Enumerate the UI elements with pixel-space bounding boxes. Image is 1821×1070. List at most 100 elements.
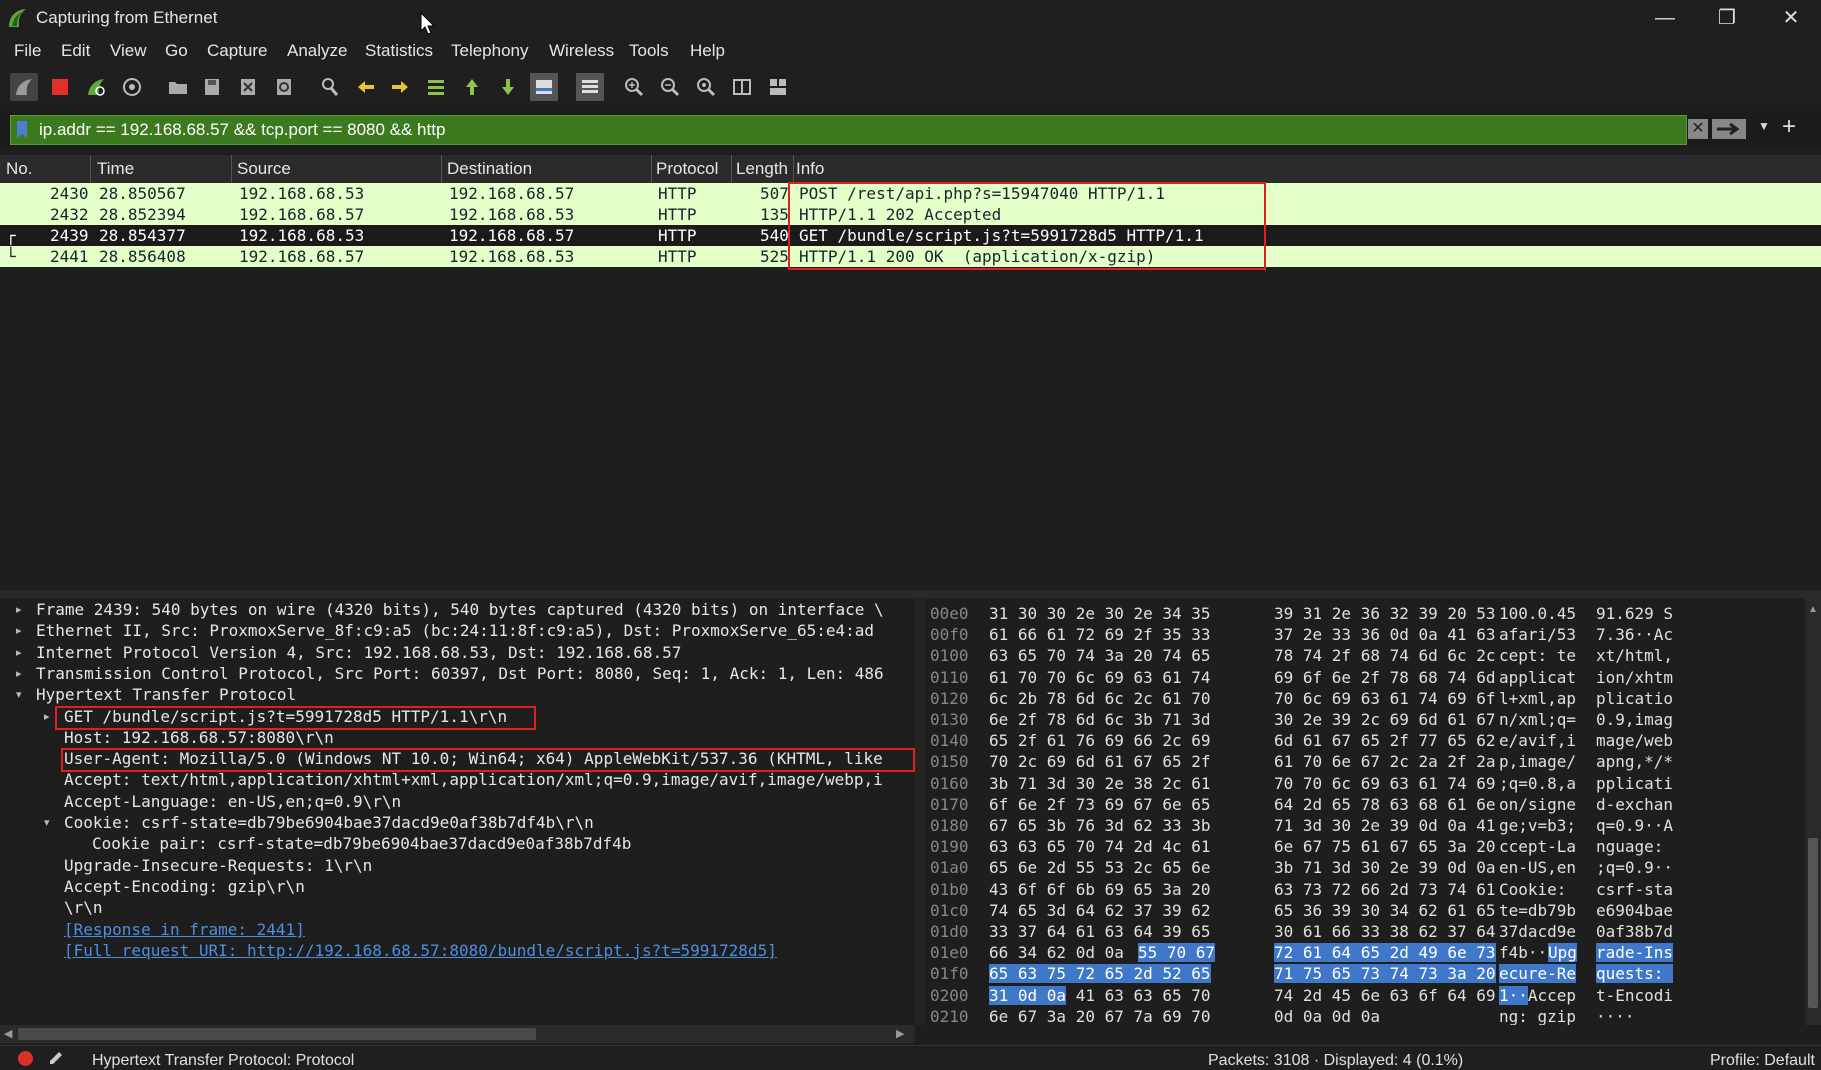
detail-line[interactable]: Cookie: csrf-state=db79be6904bae37dacd9e…: [64, 813, 594, 832]
menu-view[interactable]: View: [110, 41, 147, 61]
hex-row[interactable]: 0170 6f 6e 2f 73 69 67 6e 65 64 2d 65 78 6…: [925, 795, 1805, 816]
menu-statistics[interactable]: Statistics: [365, 41, 433, 61]
detail-link[interactable]: [Response in frame: 2441]: [64, 920, 305, 939]
hex-row[interactable]: 0180 67 65 3b 76 3d 62 33 3b 71 3d 30 2e 3…: [925, 816, 1805, 837]
zoom-reset-icon[interactable]: [692, 73, 720, 101]
go-forward-icon[interactable]: [386, 73, 414, 101]
restore-button[interactable]: ❐: [1702, 4, 1752, 32]
save-file-icon[interactable]: [198, 73, 226, 101]
tree-expander-icon[interactable]: ▾: [16, 688, 22, 701]
open-file-icon[interactable]: [164, 73, 192, 101]
hex-row[interactable]: 01b0 43 6f 6f 6b 69 65 3a 20 63 73 72 66 2…: [925, 880, 1805, 901]
menu-analyze[interactable]: Analyze: [287, 41, 347, 61]
detail-line[interactable]: \r\n: [64, 898, 103, 917]
shark-fin-start-icon[interactable]: [10, 73, 38, 101]
detail-line[interactable]: Host: 192.168.68.57:8080\r\n: [64, 728, 334, 747]
hex-row[interactable]: 01e0 66 34 62 0d 0a 55 70 67 72 61 64 65 2…: [925, 943, 1805, 964]
zoom-out-icon[interactable]: [656, 73, 684, 101]
col-header-info[interactable]: Info: [796, 159, 824, 179]
menu-help[interactable]: Help: [690, 41, 725, 61]
detail-line[interactable]: Internet Protocol Version 4, Src: 192.16…: [36, 643, 681, 662]
status-profile[interactable]: Profile: Default: [1710, 1052, 1815, 1070]
menu-telephony[interactable]: Telephony: [451, 41, 529, 61]
zoom-in-icon[interactable]: [620, 73, 648, 101]
packet-protocol: HTTP: [658, 247, 697, 266]
restart-capture-icon[interactable]: [82, 73, 110, 101]
detail-link[interactable]: [Full request URI: http://192.168.68.57:…: [64, 941, 777, 960]
detail-line[interactable]: Accept-Language: en-US,en;q=0.9\r\n: [64, 792, 401, 811]
tree-expander-icon[interactable]: ▸: [44, 710, 50, 723]
hex-row[interactable]: 0190 63 63 65 70 74 2d 4c 61 6e 67 75 61 6…: [925, 837, 1805, 858]
hex-bytes: 63 63 65 70 74 2d 4c 61: [989, 837, 1211, 857]
hex-row[interactable]: 0210 6e 67 3a 20 67 7a 69 70 0d 0a 0d 0a ng…: [925, 1007, 1805, 1025]
menu-tools[interactable]: Tools: [629, 41, 669, 61]
col-header-destination[interactable]: Destination: [447, 159, 532, 179]
menu-edit[interactable]: Edit: [61, 41, 90, 61]
tree-expander-icon[interactable]: ▸: [16, 646, 22, 659]
hex-row[interactable]: 01a0 65 6e 2d 55 53 2c 65 6e 3b 71 3d 30 2…: [925, 858, 1805, 879]
apply-filter-icon[interactable]: [1712, 119, 1746, 139]
hex-row[interactable]: 0100 63 65 70 74 3a 20 74 65 78 74 2f 68 7…: [925, 646, 1805, 667]
col-header-source[interactable]: Source: [237, 159, 291, 179]
details-horizontal-scrollbar[interactable]: ◀ ▶: [0, 1025, 915, 1043]
hex-row[interactable]: 0150 70 2c 69 6d 61 67 65 2f 61 70 6e 67 2…: [925, 752, 1805, 773]
menu-wireless[interactable]: Wireless: [549, 41, 614, 61]
hex-row[interactable]: 0140 65 2f 61 76 69 66 2c 69 6d 61 67 65 2…: [925, 731, 1805, 752]
reload-file-icon[interactable]: [270, 73, 298, 101]
hex-row[interactable]: 0160 3b 71 3d 30 2e 38 2c 61 70 70 6c 69 6…: [925, 774, 1805, 795]
resize-columns-icon[interactable]: [728, 73, 756, 101]
hex-row[interactable]: 01d0 33 37 64 61 63 64 39 65 30 61 66 33 3…: [925, 922, 1805, 943]
filter-dropdown-icon[interactable]: ▼: [1758, 119, 1770, 133]
col-header-no[interactable]: No.: [6, 159, 32, 179]
detail-line[interactable]: Ethernet II, Src: ProxmoxServe_8f:c9:a5 …: [36, 621, 874, 640]
display-filter-input[interactable]: ip.addr == 192.168.68.57 && tcp.port == …: [10, 115, 1687, 145]
detail-line[interactable]: Hypertext Transfer Protocol: [36, 685, 296, 704]
hex-row[interactable]: 0110 61 70 70 6c 69 63 61 74 69 6f 6e 2f 7…: [925, 668, 1805, 689]
auto-scroll-icon[interactable]: [530, 73, 558, 101]
hex-row[interactable]: 0130 6e 2f 78 6d 6c 3b 71 3d 30 2e 39 2c 6…: [925, 710, 1805, 731]
menu-go[interactable]: Go: [165, 41, 188, 61]
tree-expander-icon[interactable]: ▸: [16, 667, 22, 680]
hex-row[interactable]: 00e0 31 30 30 2e 30 2e 34 35 39 31 2e 36 3…: [925, 604, 1805, 625]
find-packet-icon[interactable]: [316, 73, 344, 101]
pane-splitter[interactable]: [0, 590, 1821, 598]
go-first-icon[interactable]: [458, 73, 486, 101]
tree-expander-icon[interactable]: ▸: [16, 624, 22, 637]
tree-expander-icon[interactable]: ▾: [44, 816, 50, 829]
col-header-time[interactable]: Time: [97, 159, 134, 179]
minimize-button[interactable]: —: [1640, 4, 1690, 32]
hex-row[interactable]: 00f0 61 66 61 72 69 2f 35 33 37 2e 33 36 0…: [925, 625, 1805, 646]
colorize-icon[interactable]: [576, 73, 604, 101]
bookmark-icon[interactable]: [15, 120, 29, 140]
detail-line[interactable]: Upgrade-Insecure-Requests: 1\r\n: [64, 856, 372, 875]
bytes-vertical-scrollbar[interactable]: ▲: [1805, 598, 1821, 1025]
go-to-packet-icon[interactable]: [422, 73, 450, 101]
go-back-icon[interactable]: [352, 73, 380, 101]
hex-bytes: 6c 2b 78 6d 6c 2c 61 70: [989, 688, 1211, 708]
detail-line[interactable]: Accept: text/html,application/xhtml+xml,…: [64, 770, 883, 789]
col-header-protocol[interactable]: Protocol: [656, 159, 718, 179]
edit-comment-icon[interactable]: [48, 1050, 64, 1066]
hex-row[interactable]: 0120 6c 2b 78 6d 6c 2c 61 70 70 6c 69 63 6…: [925, 689, 1805, 710]
menu-file[interactable]: File: [14, 41, 41, 61]
menu-capture[interactable]: Capture: [207, 41, 267, 61]
hex-row[interactable]: 0200 31 0d 0a 41 63 63 65 70 74 2d 45 6e 6…: [925, 985, 1805, 1007]
clear-filter-icon[interactable]: ✕: [1688, 119, 1708, 139]
add-filter-button-icon[interactable]: +: [1782, 113, 1796, 141]
col-header-length[interactable]: Length: [736, 159, 788, 179]
capture-status-icon[interactable]: [18, 1051, 33, 1066]
close-file-icon[interactable]: [234, 73, 262, 101]
layout-icon[interactable]: [764, 73, 792, 101]
detail-line[interactable]: Accept-Encoding: gzip\r\n: [64, 877, 305, 896]
vertical-splitter[interactable]: [915, 598, 925, 1025]
stop-capture-icon[interactable]: [46, 73, 74, 101]
detail-line[interactable]: Cookie pair: csrf-state=db79be6904bae37d…: [92, 834, 631, 853]
hex-row[interactable]: 01c0 74 65 3d 64 62 37 39 62 65 36 39 30 3…: [925, 901, 1805, 922]
detail-line[interactable]: Frame 2439: 540 bytes on wire (4320 bits…: [36, 600, 884, 619]
hex-row[interactable]: 01f0 65 63 75 72 65 2d 52 65 71 75 65 73 7…: [925, 964, 1805, 985]
detail-line[interactable]: Transmission Control Protocol, Src Port:…: [36, 664, 884, 683]
close-button[interactable]: ✕: [1766, 4, 1816, 32]
go-last-icon[interactable]: [494, 73, 522, 101]
capture-options-icon[interactable]: [118, 73, 146, 101]
tree-expander-icon[interactable]: ▸: [16, 603, 22, 616]
